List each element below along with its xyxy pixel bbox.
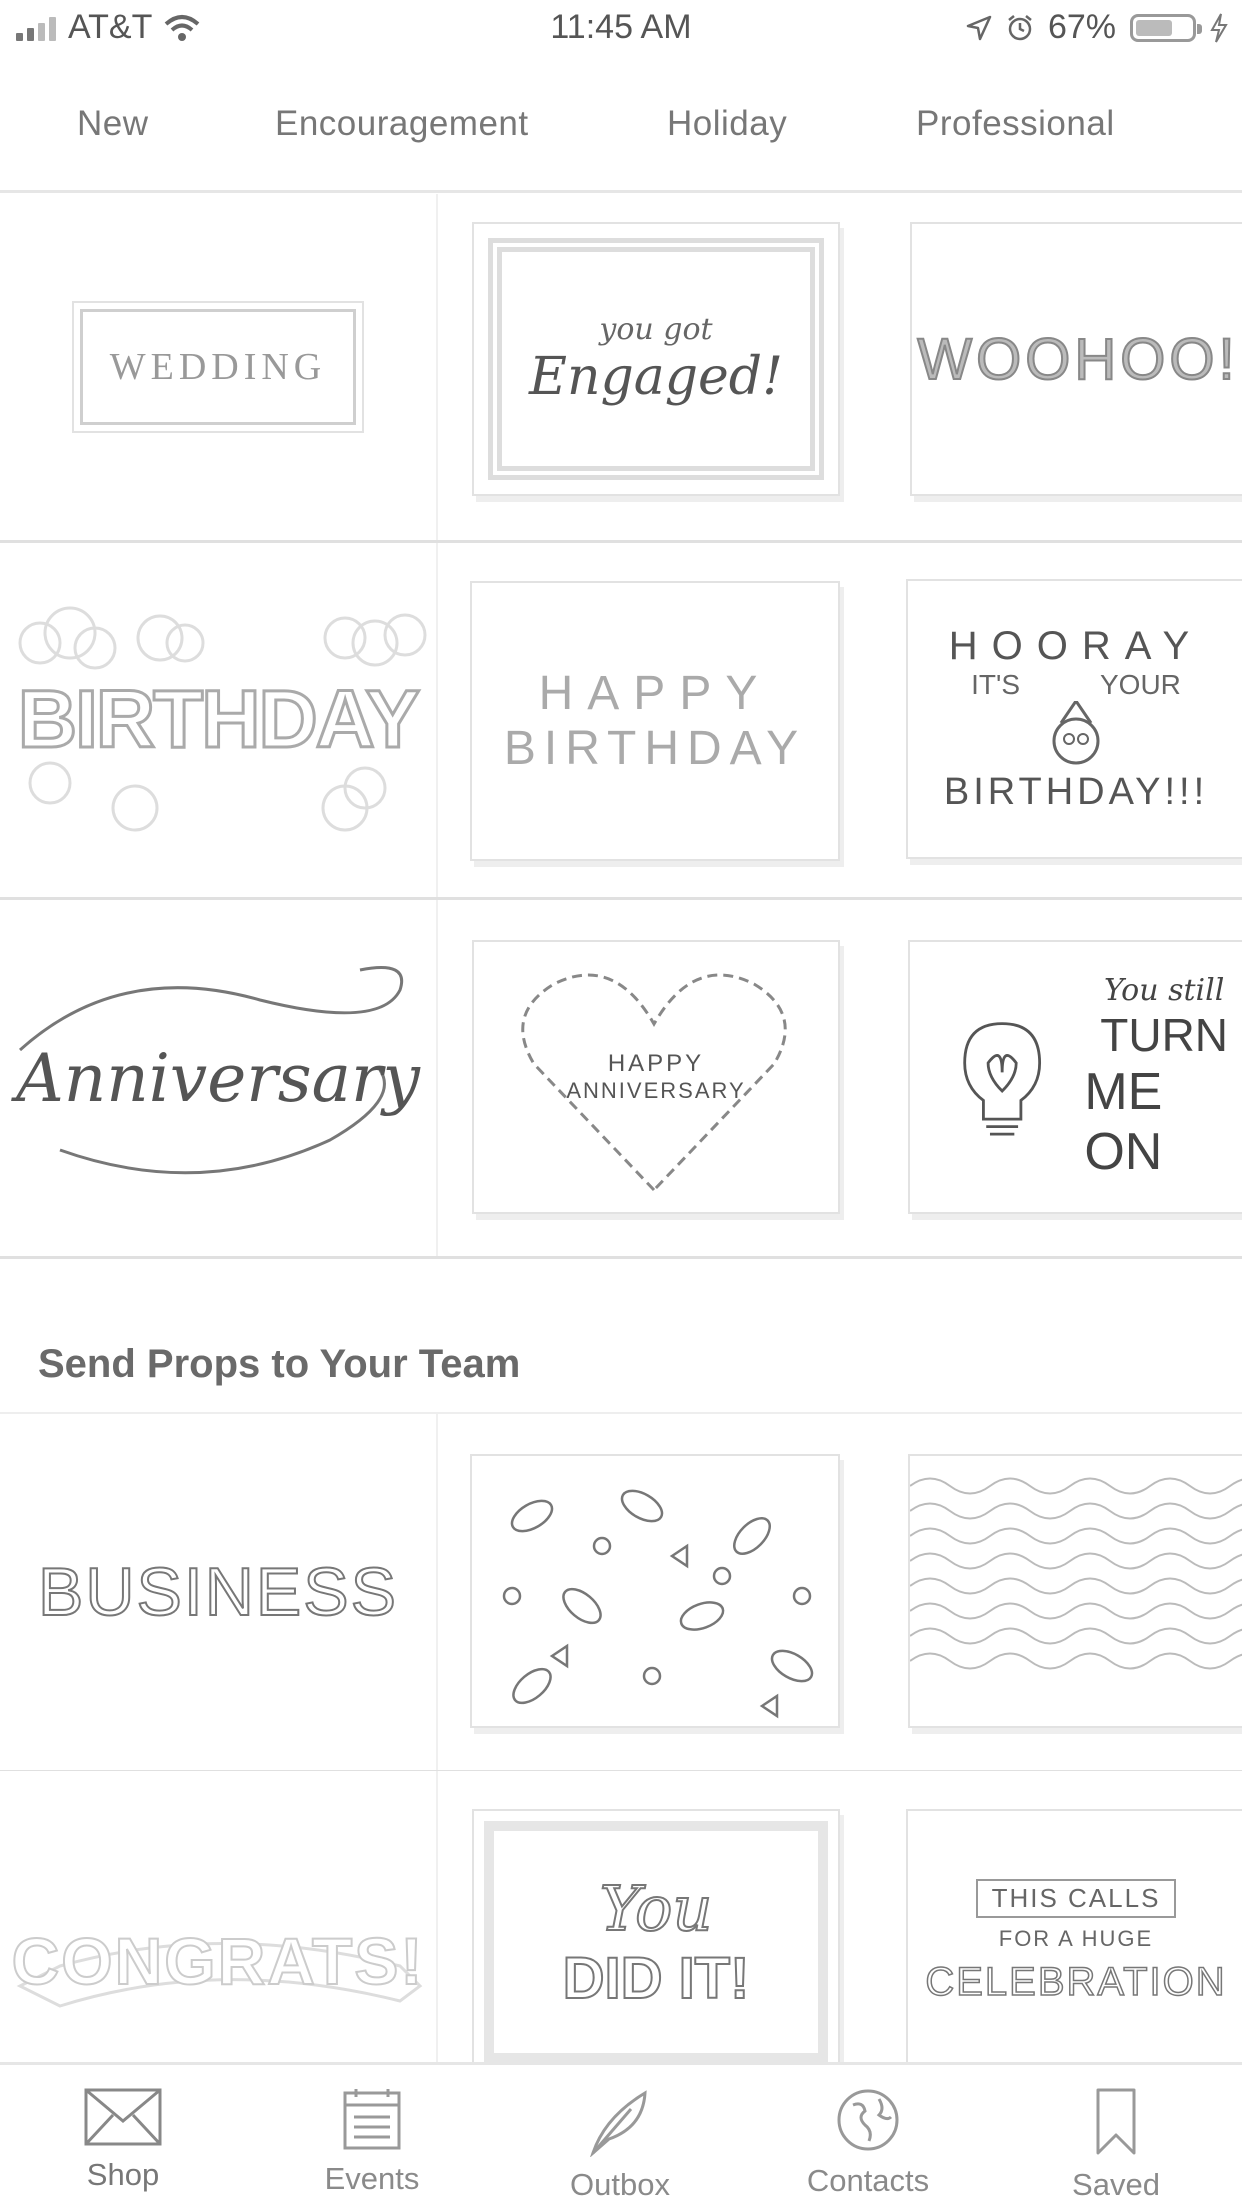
card-art: HAPPY BIRTHDAY — [472, 583, 838, 859]
category-row-congrats: CONGRATS! You DID IT! THIS CALLS FOR A H… — [0, 1771, 1242, 2073]
card-text: YOUR — [1100, 669, 1181, 700]
card-text: BIRTHDAY!!! — [943, 771, 1209, 813]
card-art: HAPPY ANNIVERSARY — [474, 942, 838, 1212]
alarm-icon — [1008, 14, 1032, 40]
card-text: THIS CALLS — [975, 1879, 1177, 1918]
tab-holiday[interactable]: Holiday — [667, 104, 787, 144]
card-text: WOOHOO! — [916, 326, 1239, 393]
location-icon — [966, 15, 992, 40]
category-tabs: New Encouragement Holiday Professional — [0, 90, 1242, 193]
bookmark-icon — [1096, 2088, 1136, 2155]
party-character-illustration — [1052, 701, 1100, 765]
card-art: THIS CALLS FOR A HUGE CELEBRATION — [908, 1811, 1242, 2073]
banner-decoration — [16, 1942, 423, 2008]
status-right: 67% — [966, 8, 1228, 47]
nav-label: Events — [324, 2161, 420, 2196]
card-text: ANNIVERSARY — [566, 1078, 746, 1103]
category-label: BUSINESS — [37, 1553, 398, 1631]
card-text: HAPPY — [538, 667, 772, 720]
category-card-birthday[interactable]: BIRTHDAY — [0, 543, 438, 897]
category-card-wedding[interactable]: WEDDING — [0, 194, 438, 540]
tab-professional[interactable]: Professional — [916, 104, 1115, 144]
card-text: Engaged! — [529, 346, 783, 407]
category-row-anniversary: Anniversary HAPPY ANNIVERSARY You still … — [0, 900, 1242, 1259]
nav-shop[interactable]: Shop — [23, 2087, 223, 2193]
card-hooray-birthday[interactable]: HOORAY IT'S YOUR BIRTHDAY!!! — [906, 579, 1242, 859]
status-bar: AT&T 11:45 AM 67% — [0, 0, 1242, 60]
tab-encouragement[interactable]: Encouragement — [275, 104, 529, 144]
card-text: BIRTHDAY — [503, 722, 807, 775]
category-label: CONGRATS! — [11, 1923, 425, 1999]
category-label: BIRTHDAY — [16, 673, 421, 767]
card-text: CELEBRATION — [925, 1959, 1227, 2005]
nav-saved[interactable]: Saved — [1016, 2087, 1216, 2203]
nav-label: Contacts — [806, 2163, 930, 2198]
card-huge-celebration[interactable]: THIS CALLS FOR A HUGE CELEBRATION — [906, 1809, 1242, 2073]
card-happy-birthday[interactable]: HAPPY BIRTHDAY — [470, 581, 840, 861]
card-text: TURN — [1100, 1008, 1229, 1061]
nav-events[interactable]: Events — [272, 2087, 472, 2197]
card-text: you got — [599, 311, 713, 347]
card-you-got-engaged[interactable]: you got Engaged! — [472, 222, 840, 496]
calendar-icon — [343, 2089, 401, 2150]
charging-icon — [1210, 13, 1228, 43]
category-row-business: BUSINESS — [0, 1412, 1242, 1773]
card-text: HAPPY — [607, 1050, 705, 1077]
nav-contacts[interactable]: Contacts — [768, 2087, 968, 2199]
card-happy-anniversary[interactable]: HAPPY ANNIVERSARY — [472, 940, 840, 1214]
category-card-anniversary[interactable]: Anniversary — [0, 900, 438, 1256]
category-card-congrats[interactable]: CONGRATS! — [0, 1771, 438, 2071]
leaf-pattern-illustration — [502, 1489, 814, 1719]
category-label: Anniversary — [16, 1039, 420, 1117]
card-text: You still — [1103, 972, 1225, 1008]
category-card-business[interactable]: BUSINESS — [0, 1414, 438, 1770]
tab-new[interactable]: New — [77, 104, 149, 144]
feather-icon — [590, 2090, 647, 2157]
battery-icon — [1130, 13, 1202, 42]
card-art: you got Engaged! — [488, 238, 824, 480]
card-text: DID IT! — [562, 1945, 751, 2012]
lightbulb-illustration — [963, 1022, 1042, 1136]
battery-percent: 67% — [1047, 8, 1116, 46]
section-title: Send Props to Your Team — [38, 1342, 521, 1386]
nav-label: Saved — [1072, 2167, 1160, 2202]
category-label: WEDDING — [109, 346, 327, 388]
card-turn-me-on[interactable]: You still TURN ME ON — [908, 940, 1242, 1214]
category-row-birthday: BIRTHDAY HAPPY BIRTHDAY HOORAY IT'S YOUR… — [0, 543, 1242, 900]
card-art: WOOHOO! — [912, 224, 1242, 494]
card-text: FOR A HUGE — [998, 1926, 1154, 1951]
card-art: You DID IT! — [484, 1821, 828, 2063]
card-woohoo[interactable]: WOOHOO! — [910, 222, 1242, 496]
bottom-tab-bar: Shop Events Outbox Contacts Saved — [0, 2062, 1242, 2211]
card-wave-pattern[interactable] — [908, 1454, 1242, 1728]
globe-icon — [837, 2089, 899, 2151]
category-row-wedding: WEDDING you got Engaged! WOOHOO! — [0, 194, 1242, 543]
card-art: You still TURN ME ON — [910, 942, 1242, 1212]
card-business-pattern[interactable] — [470, 1454, 840, 1728]
nav-label: Shop — [86, 2157, 160, 2192]
card-you-did-it[interactable]: You DID IT! — [472, 1809, 840, 2073]
nav-label: Outbox — [570, 2167, 670, 2202]
card-text: ME ON — [1084, 1062, 1163, 1181]
card-art: HOORAY IT'S YOUR BIRTHDAY!!! — [908, 581, 1242, 857]
nav-outbox[interactable]: Outbox — [520, 2087, 720, 2203]
wave-pattern-illustration — [910, 1477, 1242, 1670]
card-text: IT'S — [971, 669, 1020, 700]
envelope-icon — [84, 2088, 162, 2146]
card-text: HOORAY — [948, 624, 1204, 668]
card-text: You — [599, 1871, 714, 1946]
